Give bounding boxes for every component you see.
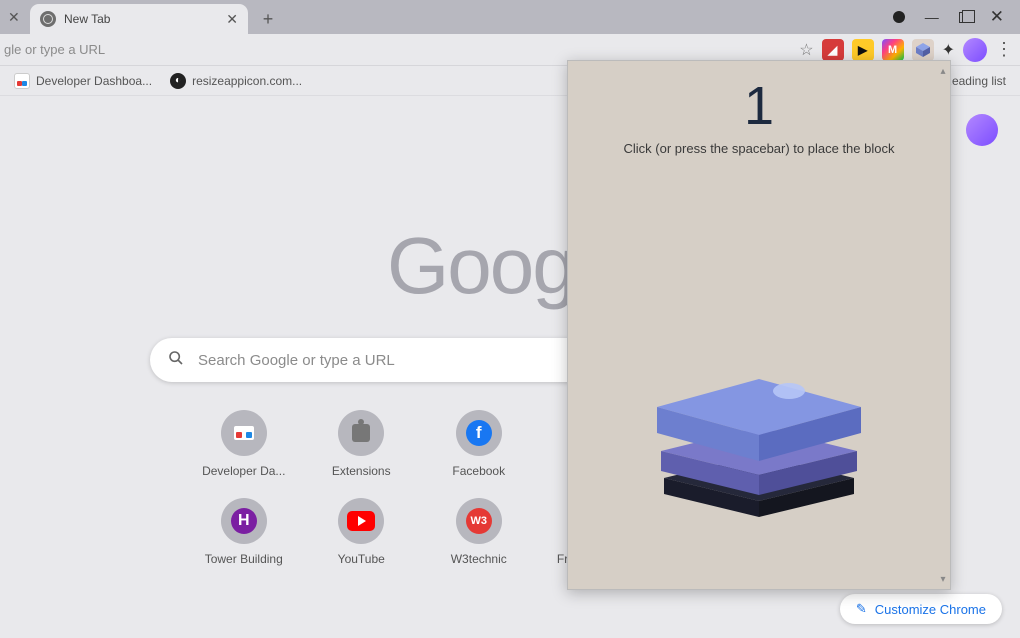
maximize-button[interactable]: [959, 12, 970, 23]
game-block-icon: [629, 305, 889, 525]
bookmark-star-icon[interactable]: ☆: [799, 40, 813, 60]
new-tab-button[interactable]: +: [256, 7, 280, 31]
shortcut-icon: [352, 424, 370, 442]
shortcut-extensions[interactable]: Extensions: [308, 410, 416, 478]
chrome-menu-icon[interactable]: ⋮: [995, 39, 1010, 60]
customize-chrome-button[interactable]: ✎ Customize Chrome: [840, 594, 1002, 624]
game-score: 1: [568, 75, 950, 137]
shortcut-icon: W3: [466, 508, 492, 534]
close-button[interactable]: ✕: [990, 7, 1004, 27]
shortcut-youtube[interactable]: YouTube: [308, 498, 416, 566]
shortcut-label: Extensions: [332, 464, 391, 478]
extension-icon-play[interactable]: ▶: [852, 39, 874, 61]
shortcut-tower-building[interactable]: H Tower Building: [190, 498, 298, 566]
extension-icon-tower-game[interactable]: [912, 39, 934, 61]
profile-avatar-icon[interactable]: [963, 38, 987, 62]
bookmark-favicon: ◐: [170, 73, 186, 89]
extensions-puzzle-icon[interactable]: ✦: [942, 40, 955, 60]
bookmark-label: resizeappicon.com...: [192, 74, 302, 88]
extension-popup-tower-game[interactable]: 1 Click (or press the spacebar) to place…: [567, 60, 951, 590]
close-icon-left[interactable]: ✕: [8, 9, 20, 26]
toolbar-icons: ☆ ◢ ▶ M ✦ ⋮: [799, 38, 1014, 62]
profile-avatar-large[interactable]: [966, 114, 998, 146]
shortcut-facebook[interactable]: f Facebook: [425, 410, 533, 478]
bookmark-developer-dashboard[interactable]: Developer Dashboa...: [14, 73, 152, 89]
shortcut-label: Developer Da...: [202, 464, 285, 478]
minimize-button[interactable]: —: [925, 9, 939, 25]
extension-icon-m[interactable]: M: [882, 39, 904, 61]
tab-close-icon[interactable]: ✕: [226, 11, 238, 28]
bookmark-resizeappicon[interactable]: ◐ resizeappicon.com...: [170, 73, 302, 89]
shortcut-label: W3technic: [451, 552, 507, 566]
shortcut-icon: f: [466, 420, 492, 446]
popup-scrollbar[interactable]: ▴ ▾: [938, 65, 948, 585]
shortcut-label: Tower Building: [205, 552, 283, 566]
window-controls: — ✕: [883, 0, 1014, 34]
pencil-icon: ✎: [856, 601, 867, 617]
customize-label: Customize Chrome: [875, 602, 986, 617]
shortcut-developer-dashboard[interactable]: Developer Da...: [190, 410, 298, 478]
extension-icon-red[interactable]: ◢: [822, 39, 844, 61]
shortcut-icon: H: [231, 508, 257, 534]
shortcut-icon: [347, 511, 375, 531]
shortcut-icon: [234, 426, 254, 440]
game-hint: Click (or press the spacebar) to place t…: [568, 141, 950, 156]
scroll-down-icon[interactable]: ▾: [938, 573, 948, 585]
search-placeholder: Search Google or type a URL: [198, 352, 395, 369]
window-titlebar: ✕ New Tab ✕ + — ✕: [0, 0, 1020, 34]
game-stage[interactable]: [568, 305, 950, 565]
bookmark-favicon: [14, 73, 30, 89]
address-bar[interactable]: gle or type a URL: [0, 42, 110, 57]
shortcut-label: Facebook: [452, 464, 505, 478]
reading-list-label: Reading list: [943, 74, 1006, 88]
shortcut-w3technic-2[interactable]: W3 W3technic: [425, 498, 533, 566]
account-indicator-icon[interactable]: [893, 11, 905, 23]
bookmark-label: Developer Dashboa...: [36, 74, 152, 88]
browser-tab[interactable]: New Tab ✕: [30, 4, 248, 34]
globe-icon: [40, 11, 56, 27]
search-icon: [168, 350, 184, 371]
tab-title: New Tab: [64, 12, 218, 26]
shortcut-label: YouTube: [338, 552, 385, 566]
scroll-up-icon[interactable]: ▴: [938, 65, 948, 77]
